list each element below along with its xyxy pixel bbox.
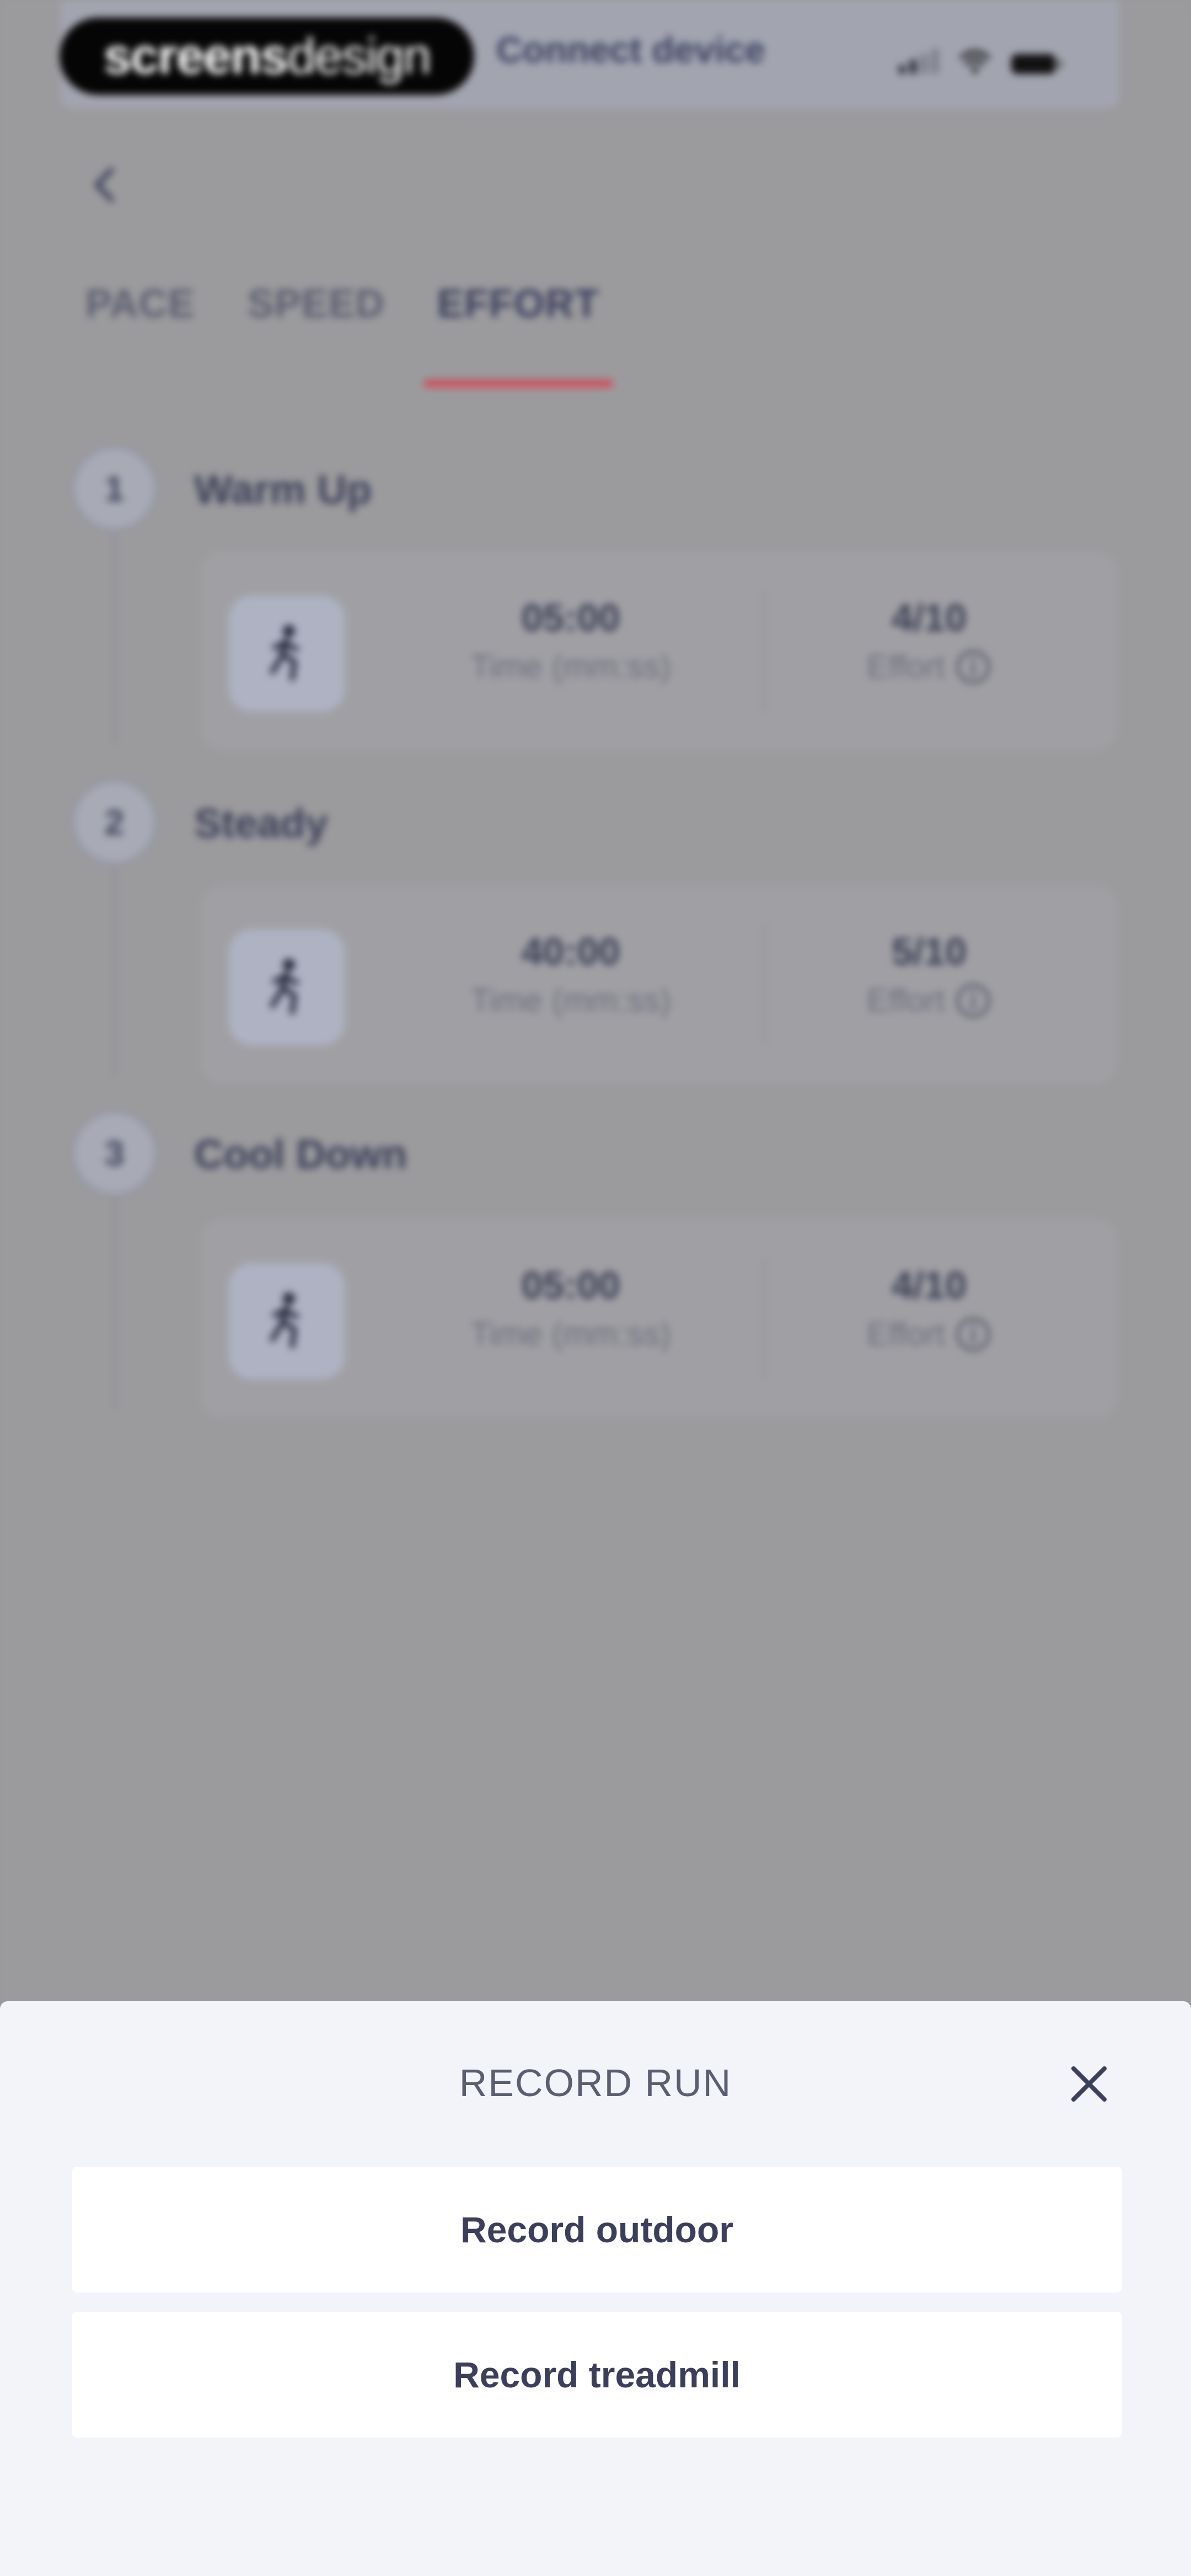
time-metric: 05:00 Time (mm:ss) <box>427 1263 714 1353</box>
runner-icon <box>229 596 345 712</box>
time-value: 05:00 <box>521 1264 620 1307</box>
step-title: Steady <box>194 800 328 846</box>
effort-metric: 4/10 Effort <box>786 596 1072 686</box>
effort-label: Effort <box>866 648 946 685</box>
time-label: Time (mm:ss) <box>470 648 672 685</box>
tab-speed[interactable]: SPEED <box>248 281 385 327</box>
info-icon[interactable] <box>955 1316 991 1353</box>
status-icons <box>899 49 1062 74</box>
record-outdoor-button[interactable]: Record outdoor <box>72 2167 1122 2292</box>
step-card[interactable]: 05:00 Time (mm:ss) 4/10 Effort <box>201 552 1117 750</box>
record-treadmill-button[interactable]: Record treadmill <box>72 2312 1122 2438</box>
runner-icon <box>229 1263 345 1379</box>
connect-device-link[interactable]: Connect device <box>496 29 765 71</box>
time-label: Time (mm:ss) <box>470 1316 672 1353</box>
step-title: Cool Down <box>194 1131 407 1177</box>
step-number-badge: 1 <box>72 446 157 531</box>
metric-divider <box>764 590 766 712</box>
sheet-title: RECORD RUN <box>459 2061 732 2104</box>
brand-logo-bold: screens <box>103 28 289 84</box>
step-title: Warm Up <box>194 467 372 512</box>
step-number-badge: 3 <box>72 1110 157 1196</box>
time-value: 40:00 <box>521 930 620 973</box>
info-icon[interactable] <box>955 982 991 1019</box>
tab-effort[interactable]: EFFORT <box>423 281 613 387</box>
effort-label: Effort <box>866 982 946 1019</box>
step-number-badge: 2 <box>72 779 157 865</box>
wifi-icon <box>959 50 990 73</box>
metric-divider <box>764 924 766 1045</box>
timeline-connector <box>113 863 116 1078</box>
tab-pace[interactable]: PACE <box>85 281 195 327</box>
workout-screen-backdrop[interactable]: screens design Connect device PACE SPEED … <box>0 0 1191 2002</box>
app-screen: screens design Connect device PACE SPEED … <box>0 0 1191 2576</box>
step-card[interactable]: 40:00 Time (mm:ss) 5/10 Effort <box>201 885 1117 1084</box>
effort-label: Effort <box>866 1316 946 1353</box>
brand-logo: screens design <box>60 18 474 95</box>
effort-value: 5/10 <box>891 930 967 973</box>
effort-value: 4/10 <box>891 596 967 639</box>
step-card[interactable]: 05:00 Time (mm:ss) 4/10 Effort <box>201 1219 1117 1418</box>
time-value: 05:00 <box>521 596 620 639</box>
time-metric: 40:00 Time (mm:ss) <box>427 929 714 1019</box>
time-metric: 05:00 Time (mm:ss) <box>427 596 714 686</box>
runner-icon <box>229 929 345 1045</box>
back-chevron-icon[interactable] <box>88 165 121 204</box>
time-label: Time (mm:ss) <box>470 982 672 1019</box>
brand-logo-light: design <box>287 28 431 84</box>
metric-divider <box>764 1258 766 1379</box>
effort-metric: 4/10 Effort <box>786 1263 1072 1353</box>
record-run-sheet: RECORD RUN Record outdoor Record treadmi… <box>0 2001 1191 2576</box>
info-icon[interactable] <box>955 649 991 685</box>
effort-metric: 5/10 Effort <box>786 929 1072 1019</box>
signal-icon <box>899 49 938 74</box>
metric-tabs: PACE SPEED EFFORT <box>85 281 613 387</box>
timeline-connector <box>113 530 116 745</box>
close-icon[interactable] <box>1067 2062 1111 2106</box>
effort-value: 4/10 <box>891 1264 967 1307</box>
timeline-connector <box>113 1194 116 1409</box>
battery-icon <box>1011 54 1062 74</box>
